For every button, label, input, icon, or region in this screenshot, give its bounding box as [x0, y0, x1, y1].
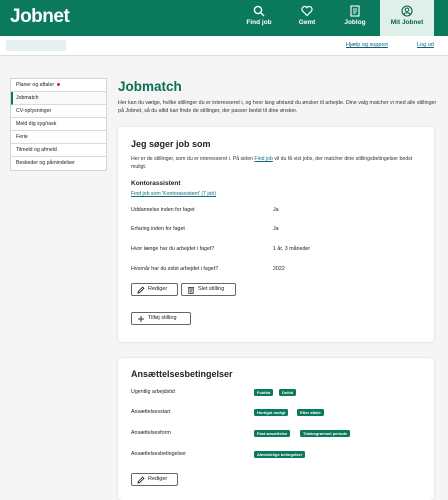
help-support-link[interactable]: Hjælp og support	[346, 42, 388, 48]
jobnet-logo[interactable]: Jobnet	[10, 6, 70, 28]
card-description: Her er de stillinger, som du er interess…	[131, 155, 421, 171]
sidebar-item-label: Meld dig syg/rask	[16, 121, 57, 127]
condition-tag: Almindelige betingelser	[254, 451, 306, 458]
sidebar-item-jobmatch[interactable]: Jobmatch	[11, 92, 106, 105]
sidebar-item-syg-rask[interactable]: Meld dig syg/rask	[11, 118, 106, 131]
nav-label: Find job	[246, 19, 272, 26]
condition-tag: Tidsbegrænset periode	[300, 430, 351, 437]
sidebar-item-label: Jobmatch	[16, 95, 39, 101]
pencil-icon	[137, 286, 145, 294]
sidebar-item-cv[interactable]: CV-oplysninger	[11, 105, 106, 118]
sub-bar: Hjælp og support Log ud	[0, 36, 448, 56]
nav-gemt[interactable]: Gemt	[284, 0, 330, 36]
nav-find-job[interactable]: Find job	[236, 0, 282, 36]
field-value: Ja	[273, 226, 279, 232]
condition-label: Ansættelsesstart	[131, 409, 171, 415]
card-title: Jeg søger job som	[131, 139, 211, 149]
condition-label: Ugentlig arbejdstid	[131, 389, 175, 395]
pencil-icon	[137, 476, 145, 484]
plus-icon	[138, 316, 144, 322]
condition-label: Ansættelsesbetingelser	[131, 451, 187, 457]
top-navigation-bar: Jobnet Find job Gemt Joblog Mit Jobnet	[0, 0, 448, 36]
condition-label: Ansættelsesform	[131, 430, 171, 436]
nav-label: Gemt	[298, 19, 316, 26]
page-title: Jobmatch	[118, 79, 182, 94]
notification-dot	[57, 83, 61, 87]
employment-conditions-card: Ansættelsesbetingelser Ugentlig arbejdst…	[118, 358, 434, 500]
user-name-placeholder	[6, 40, 66, 51]
nav-label: Mit Jobnet	[390, 19, 424, 26]
condition-tag: Deltid	[279, 389, 297, 396]
sidebar-item-label: Tilmeld og afmeld	[16, 147, 57, 153]
button-label: Rediger	[148, 476, 168, 482]
job-title: Kontorassistent	[131, 180, 181, 187]
page-intro: Her kan du vælge, hvilke stillinger du e…	[118, 100, 437, 114]
nav-mit-jobnet[interactable]: Mit Jobnet	[380, 0, 434, 36]
nav-joblog[interactable]: Joblog	[332, 0, 378, 36]
sidebar-item-beskeder[interactable]: Beskeder og påmindelser	[11, 157, 106, 170]
button-label: Slet stilling	[198, 286, 225, 292]
logout-link[interactable]: Log ud	[417, 42, 434, 48]
field-label: Hvornår har du sidst arbejdet i faget?	[131, 266, 219, 272]
trash-icon	[188, 287, 194, 294]
sidebar-item-ferie[interactable]: Ferie	[11, 131, 106, 144]
field-value: 2022	[273, 266, 285, 272]
sidebar-menu: Planer og aftaler Jobmatch CV-oplysninge…	[10, 78, 107, 171]
find-job-as-link[interactable]: Find job som 'Kontorassistent' (7 job)	[131, 191, 216, 197]
sidebar-item-planer[interactable]: Planer og aftaler	[11, 79, 106, 92]
sidebar-item-label: CV-oplysninger	[16, 108, 52, 114]
field-value: Ja	[273, 207, 279, 213]
delete-job-button[interactable]: Slet stilling	[181, 283, 236, 296]
sidebar-item-label: Ferie	[16, 134, 28, 140]
description-text: Her er de stillinger, som du er interess…	[131, 156, 255, 162]
condition-tag: Fast ansættelse	[254, 430, 291, 437]
field-label: Uddannelse inden for faget	[131, 207, 195, 213]
card-title: Ansættelsesbetingelser	[131, 369, 233, 379]
button-label: Rediger	[148, 286, 168, 292]
log-icon	[350, 5, 360, 17]
field-label: Erfaring inden for faget	[131, 226, 185, 232]
sidebar-item-label: Planer og aftaler	[16, 82, 55, 88]
find-job-link[interactable]: Find job	[254, 156, 272, 162]
field-value: 1 år, 3 måneder	[273, 246, 311, 252]
heart-icon	[301, 5, 313, 17]
add-job-button[interactable]: Tilføj stilling	[131, 312, 191, 325]
user-icon	[401, 5, 413, 17]
field-label: Hvor længe har du arbejdet i faget?	[131, 246, 215, 252]
button-label: Tilføj stilling	[148, 315, 177, 321]
sidebar-item-label: Beskeder og påmindelser	[16, 160, 75, 166]
sidebar-item-tilmeld[interactable]: Tilmeld og afmeld	[11, 144, 106, 157]
nav-label: Joblog	[344, 19, 366, 26]
search-icon	[253, 5, 265, 17]
edit-job-button[interactable]: Rediger	[131, 283, 178, 296]
edit-conditions-button[interactable]: Rediger	[131, 473, 178, 486]
condition-tag: Fuldtid	[254, 389, 274, 396]
job-preferences-card: Jeg søger job som Her er de stillinger, …	[118, 127, 434, 342]
condition-tag: Efter aftale	[297, 409, 324, 416]
condition-tag: Hurtigst muligt	[254, 409, 289, 416]
